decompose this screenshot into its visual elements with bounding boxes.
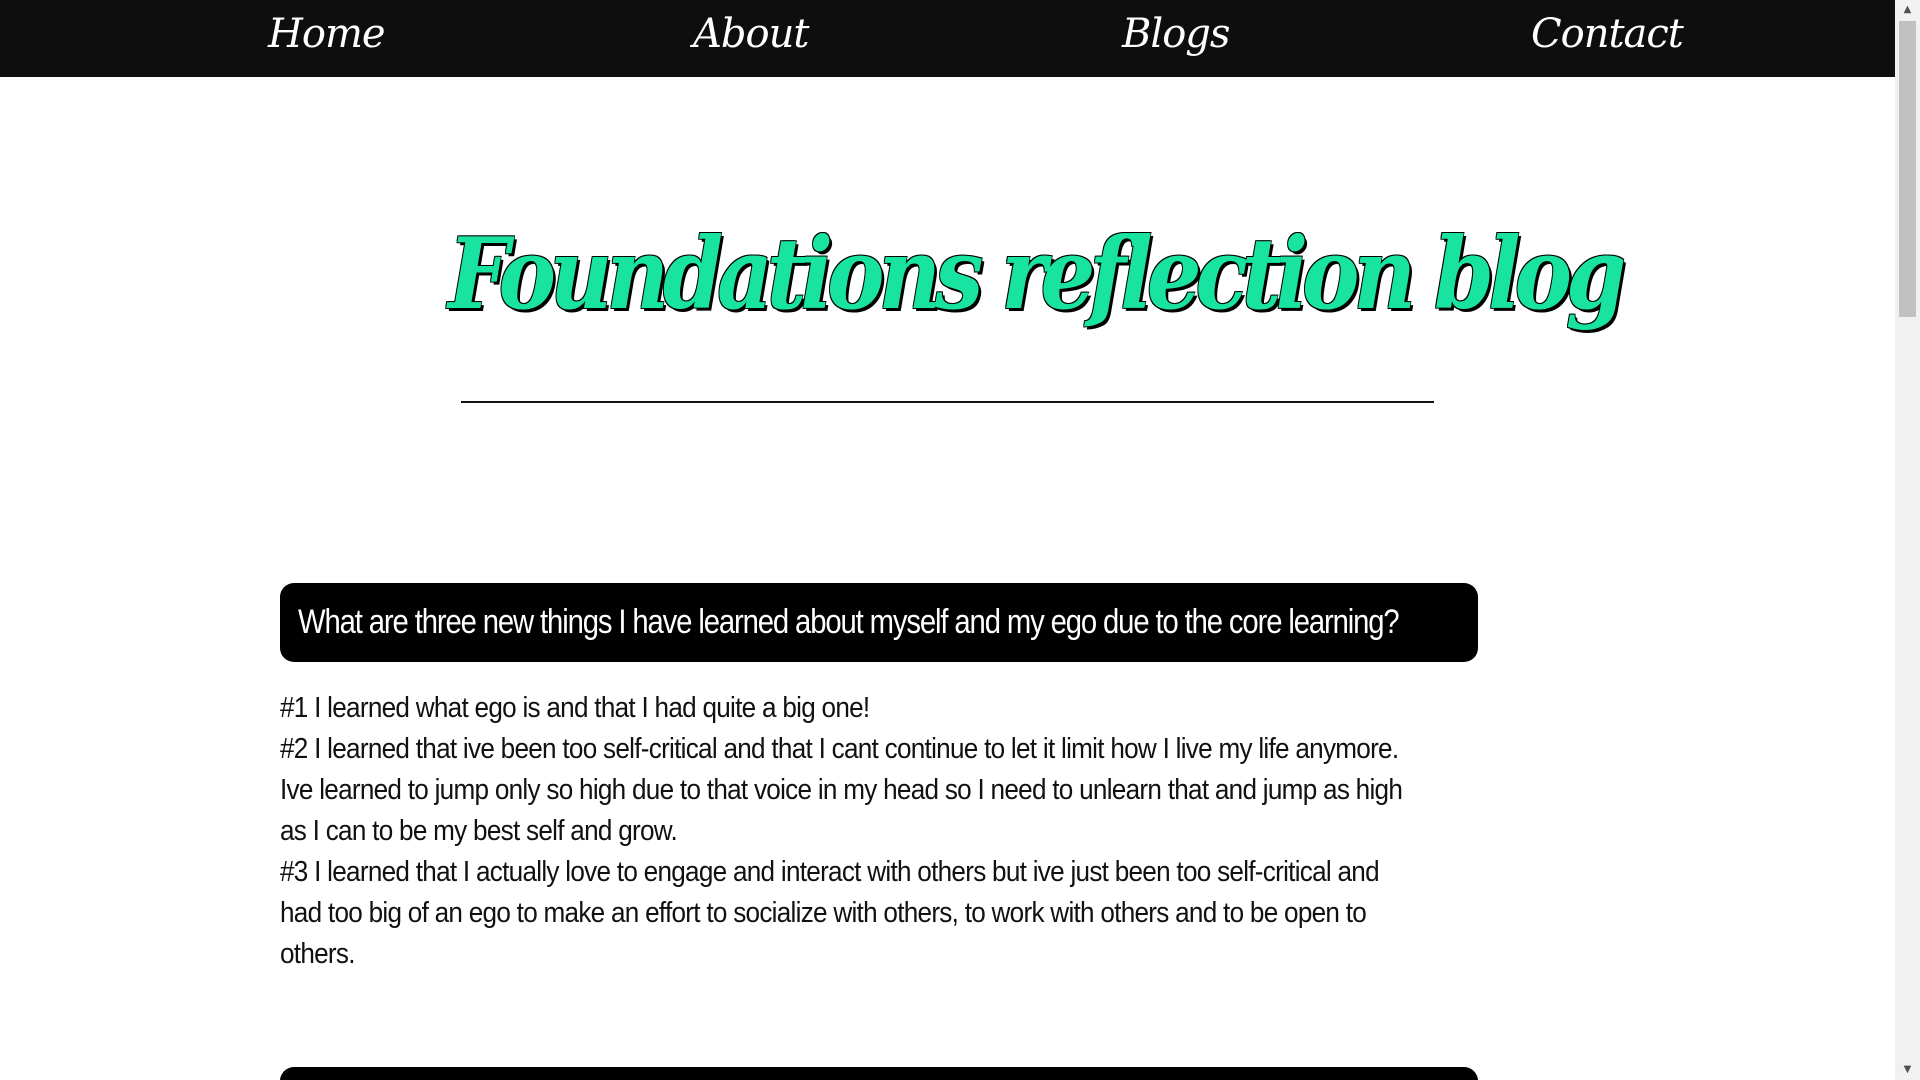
nav-blogs-link[interactable]: Blogs — [1122, 8, 1230, 60]
answer-line: Ive learned to jump only so high due to … — [280, 774, 1403, 806]
nav-about-link[interactable]: About — [693, 8, 809, 60]
answer-line: had too big of an ego to make an effort … — [280, 897, 1367, 929]
next-question-card — [280, 1067, 1478, 1080]
answer-body: #1 I learned what ego is and that I had … — [280, 688, 1440, 975]
nav-home-link[interactable]: Home — [268, 8, 386, 60]
page-viewport: Home About Blogs Contact Foundations ref… — [0, 0, 1895, 1080]
question-heading: What are three new things I have learned… — [298, 603, 1400, 641]
top-navigation-bar: Home About Blogs Contact — [0, 0, 1895, 77]
answer-line: #1 I learned what ego is and that I had … — [280, 692, 870, 724]
question-heading-card: What are three new things I have learned… — [280, 583, 1478, 662]
title-divider — [461, 401, 1434, 403]
nav-contact-link[interactable]: Contact — [1531, 8, 1684, 60]
scrollbar-thumb[interactable] — [1899, 21, 1916, 317]
answer-line: others. — [280, 938, 355, 970]
vertical-scrollbar[interactable]: ▲ ▼ — [1895, 0, 1920, 1080]
answer-line: as I can to be my best self and grow. — [280, 815, 678, 847]
answer-line: #3 I learned that I actually love to eng… — [280, 856, 1380, 888]
triangle-up-icon[interactable]: ▲ — [1895, 0, 1920, 20]
answer-line: #2 I learned that ive been too self-crit… — [280, 733, 1399, 765]
triangle-down-icon[interactable]: ▼ — [1895, 1060, 1920, 1080]
page-title: Foundations reflection blog — [448, 217, 1626, 332]
